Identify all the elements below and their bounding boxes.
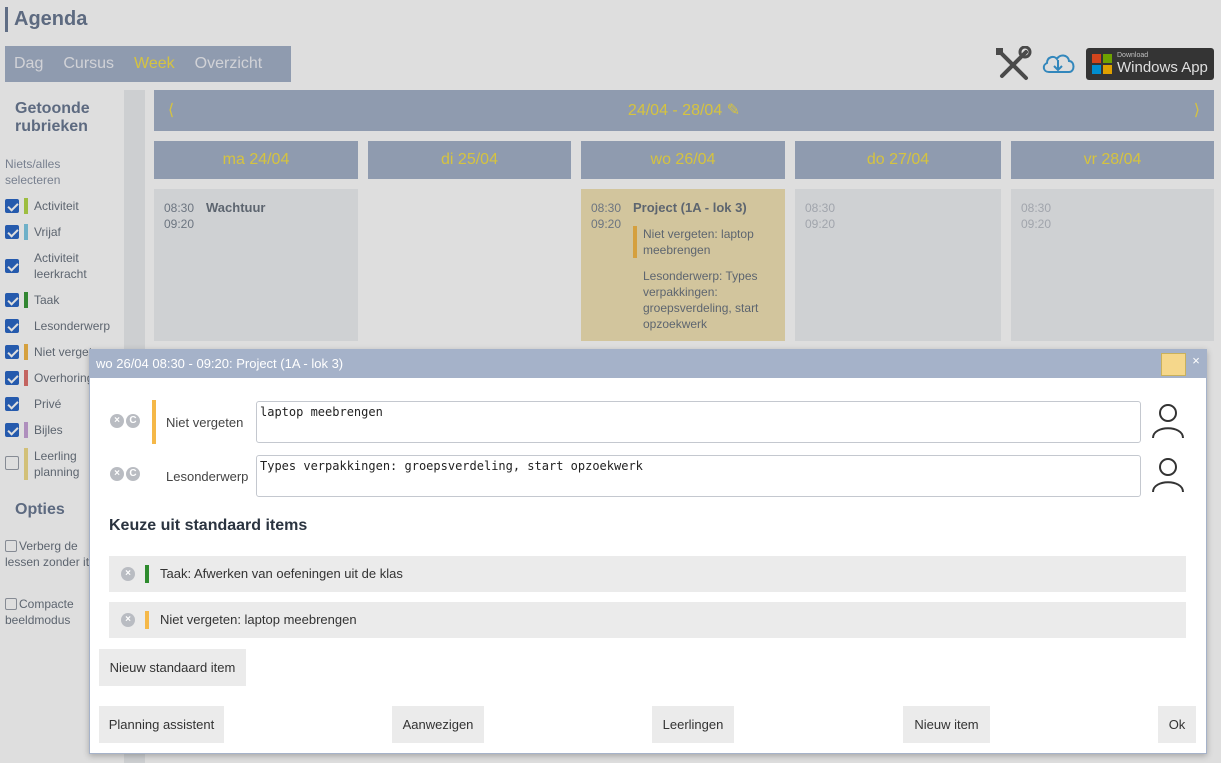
- lesson-dialog: wo 26/04 08:30 - 09:20: Project (1A - lo…: [89, 349, 1207, 754]
- standard-item-label: Taak: Afwerken van oefeningen uit de kla…: [160, 566, 403, 581]
- field-label-lesonderwerp: Lesonderwerp: [166, 469, 249, 484]
- standard-item[interactable]: × Taak: Afwerken van oefeningen uit de k…: [109, 556, 1186, 592]
- user-icon[interactable]: [1152, 403, 1184, 439]
- new-standard-item-button[interactable]: Nieuw standaard item: [99, 649, 246, 686]
- copy-icon[interactable]: C: [126, 467, 140, 481]
- close-icon[interactable]: ×: [1189, 350, 1203, 372]
- clear-icon[interactable]: ×: [110, 467, 124, 481]
- niet-vergeten-input[interactable]: laptop meebrengen: [256, 401, 1141, 443]
- standard-items-heading: Keuze uit standaard items: [109, 517, 308, 534]
- remove-icon[interactable]: ×: [121, 567, 135, 581]
- copy-icon[interactable]: C: [126, 414, 140, 428]
- item-color-bar: [145, 611, 149, 629]
- item-color-bar: [145, 565, 149, 583]
- ok-button[interactable]: Ok: [1158, 706, 1196, 743]
- field-label-niet-vergeten: Niet vergeten: [166, 415, 244, 430]
- field-controls: × C: [110, 467, 142, 481]
- remove-icon[interactable]: ×: [121, 613, 135, 627]
- standard-item-label: Niet vergeten: laptop meebrengen: [160, 612, 357, 627]
- attendees-button[interactable]: Aanwezigen: [392, 706, 484, 743]
- new-item-button[interactable]: Nieuw item: [903, 706, 990, 743]
- clear-icon[interactable]: ×: [110, 414, 124, 428]
- field-color-bar: [152, 400, 156, 444]
- field-controls: × C: [110, 414, 142, 428]
- color-picker[interactable]: [1161, 353, 1186, 376]
- lesonderwerp-input[interactable]: Types verpakkingen: groepsverdeling, sta…: [256, 455, 1141, 497]
- standard-item[interactable]: × Niet vergeten: laptop meebrengen: [109, 602, 1186, 638]
- agenda-app: Agenda Dag Cursus Week Overzicht Downloa…: [0, 0, 1221, 763]
- dialog-title: wo 26/04 08:30 - 09:20: Project (1A - lo…: [90, 350, 1206, 378]
- students-button[interactable]: Leerlingen: [652, 706, 734, 743]
- user-icon[interactable]: [1152, 457, 1184, 493]
- planning-assistant-button[interactable]: Planning assistent: [99, 706, 224, 743]
